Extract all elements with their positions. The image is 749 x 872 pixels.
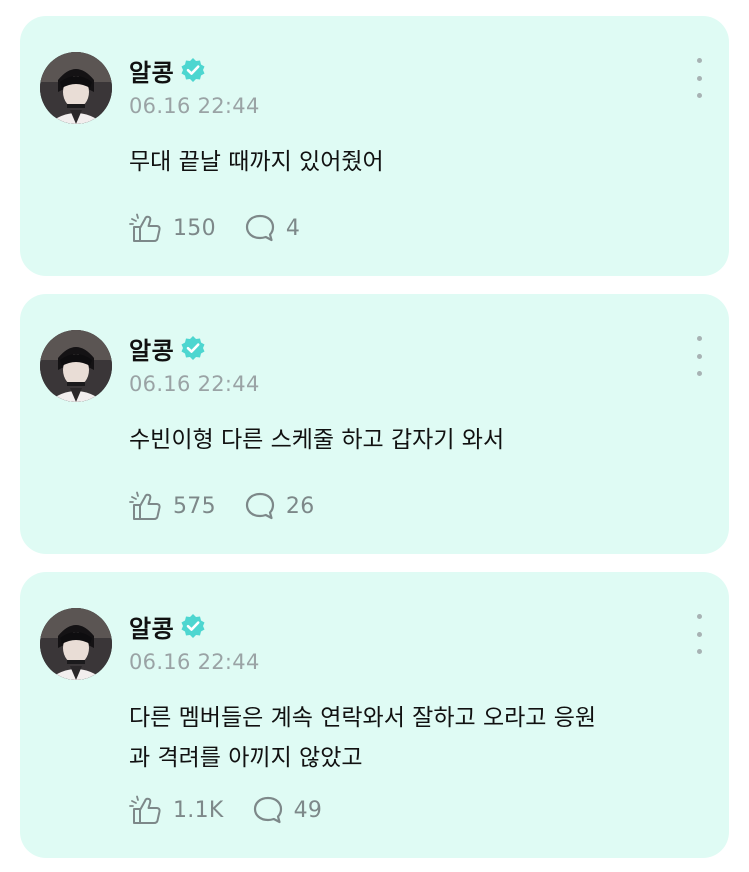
comment-count: 4 bbox=[285, 215, 301, 241]
like-button[interactable]: 150 bbox=[129, 213, 216, 243]
avatar-image bbox=[40, 608, 112, 680]
like-hand-icon bbox=[129, 491, 161, 520]
avatar[interactable] bbox=[40, 608, 112, 680]
avatar[interactable] bbox=[40, 330, 112, 402]
author-row: 알콩 bbox=[129, 53, 206, 88]
post-text: 무대 끝날 때까지 있어줬어 bbox=[129, 149, 384, 175]
more-options-button[interactable] bbox=[689, 614, 709, 654]
post-timestamp: 06.16 22:44 bbox=[129, 650, 260, 674]
author-name[interactable]: 알콩 bbox=[129, 331, 174, 366]
post-card[interactable]: 알콩 06.16 22:44 수빈이형 다른 스케줄 하고 갑자기 와서 575 bbox=[20, 294, 729, 554]
post-actions: 575 26 bbox=[129, 490, 315, 522]
like-button[interactable]: 575 bbox=[129, 491, 216, 521]
comment-bubble-icon bbox=[245, 214, 275, 242]
post-actions: 1.1K 49 bbox=[129, 794, 322, 826]
post-card[interactable]: 알콩 06.16 22:44 무대 끝날 때까지 있어줬어 150 4 bbox=[20, 16, 729, 276]
comment-count: 49 bbox=[293, 797, 323, 823]
comment-button[interactable]: 49 bbox=[252, 795, 323, 825]
comment-bubble-icon bbox=[245, 492, 275, 520]
post-card[interactable]: 알콩 06.16 22:44 다른 멤버들은 계속 연락와서 잘하고 오라고 응… bbox=[20, 572, 729, 858]
verified-badge-icon bbox=[181, 336, 205, 360]
avatar[interactable] bbox=[40, 52, 112, 124]
avatar-image bbox=[40, 330, 112, 402]
author-name[interactable]: 알콩 bbox=[129, 609, 174, 644]
post-timestamp: 06.16 22:44 bbox=[129, 372, 260, 396]
author-row: 알콩 bbox=[129, 609, 206, 644]
author-name[interactable]: 알콩 bbox=[129, 53, 174, 88]
like-count: 1.1K bbox=[173, 797, 224, 823]
more-options-button[interactable] bbox=[689, 336, 709, 376]
post-actions: 150 4 bbox=[129, 212, 300, 244]
more-vertical-icon bbox=[696, 58, 702, 63]
comment-button[interactable]: 26 bbox=[244, 491, 315, 521]
post-text: 수빈이형 다른 스케줄 하고 갑자기 와서 bbox=[129, 427, 505, 453]
post-feed: 알콩 06.16 22:44 무대 끝날 때까지 있어줬어 150 4 알콩 0… bbox=[0, 0, 749, 872]
like-count: 575 bbox=[173, 493, 216, 519]
like-hand-icon bbox=[129, 213, 161, 242]
comment-count: 26 bbox=[285, 493, 315, 519]
more-vertical-icon bbox=[696, 336, 702, 341]
author-row: 알콩 bbox=[129, 331, 206, 366]
like-count: 150 bbox=[173, 215, 216, 241]
comment-bubble-icon bbox=[253, 796, 282, 824]
more-options-button[interactable] bbox=[689, 58, 709, 98]
like-button[interactable]: 1.1K bbox=[129, 795, 224, 825]
comment-button[interactable]: 4 bbox=[244, 213, 300, 243]
more-vertical-icon bbox=[696, 614, 702, 619]
verified-badge-icon bbox=[181, 58, 205, 82]
post-text: 다른 멤버들은 계속 연락와서 잘하고 오라고 응원 과 격려를 아끼지 않았고 bbox=[129, 705, 597, 771]
avatar-image bbox=[40, 52, 112, 124]
post-timestamp: 06.16 22:44 bbox=[129, 94, 260, 118]
verified-badge-icon bbox=[181, 614, 205, 638]
like-hand-icon bbox=[129, 795, 161, 824]
